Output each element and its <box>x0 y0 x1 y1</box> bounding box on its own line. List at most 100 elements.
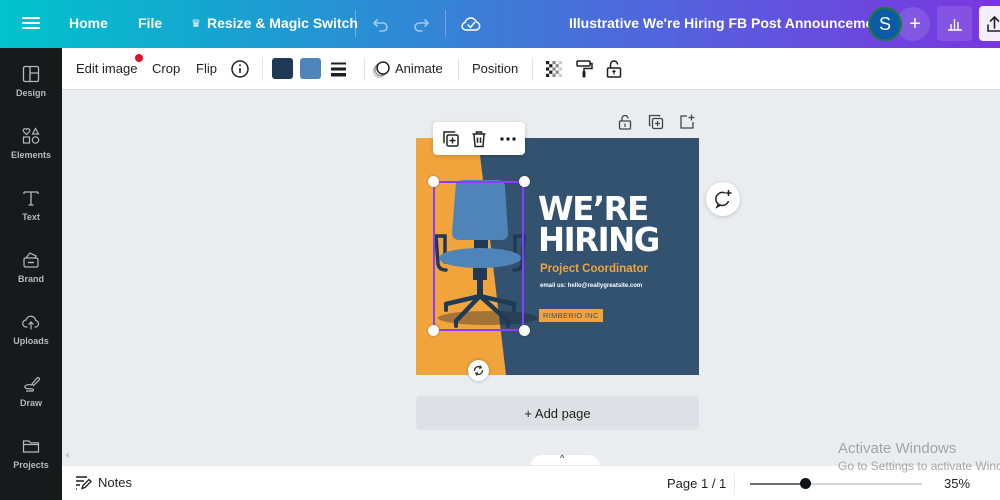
notes-label: Notes <box>98 475 132 490</box>
checker-cell <box>546 61 550 65</box>
cloud-saved-icon[interactable] <box>459 12 483 36</box>
undo-icon[interactable] <box>369 12 393 36</box>
color-swatch-light-blue[interactable] <box>300 58 321 79</box>
checker-cell <box>552 73 556 77</box>
redo-icon[interactable] <box>409 12 433 36</box>
resize-handle-bottom-left[interactable] <box>428 325 439 336</box>
zoom-slider-knob[interactable] <box>800 478 812 489</box>
duplicate-page-icon[interactable] <box>647 113 665 131</box>
checker-cell <box>558 61 562 65</box>
sidebar-item-label: Brand <box>17 274 44 284</box>
divider <box>445 10 446 37</box>
lock-icon[interactable] <box>603 58 625 80</box>
add-page-icon[interactable] <box>678 113 696 131</box>
duplicate-icon[interactable] <box>441 129 461 149</box>
shapes-icon <box>22 127 40 144</box>
home-button[interactable]: Home <box>69 15 108 31</box>
notes-button[interactable]: Notes <box>75 475 132 490</box>
resize-handle-bottom-right[interactable] <box>519 325 530 336</box>
checker-cell <box>555 70 559 74</box>
menu-icon[interactable] <box>22 14 40 32</box>
email-text[interactable]: email us: hello@reallygreatsite.com <box>540 283 642 289</box>
animate-button[interactable]: Animate <box>395 61 443 76</box>
sidebar-item-uploads[interactable]: Uploads <box>0 306 62 362</box>
page-indicator[interactable]: Page 1 / 1 <box>667 476 726 491</box>
transparency-icon[interactable] <box>543 58 565 80</box>
resize-handle-top-left[interactable] <box>428 176 439 187</box>
insights-button[interactable] <box>937 6 972 41</box>
share-button[interactable] <box>979 6 1000 41</box>
zoom-level[interactable]: 35% <box>944 476 970 491</box>
top-bar: Home File ♛ Resize & Magic Switch Illust… <box>0 0 1000 48</box>
avatar[interactable]: S <box>868 7 902 41</box>
more-options-icon[interactable] <box>498 129 518 149</box>
animate-icon[interactable] <box>371 58 393 80</box>
flip-button[interactable]: Flip <box>196 61 217 76</box>
checker-cell <box>549 70 553 74</box>
sidebar-item-draw[interactable]: Draw <box>0 368 62 424</box>
left-sidebar: Design Elements Text Brand Uploads Draw … <box>0 48 62 500</box>
paint-roller-icon[interactable] <box>573 58 595 80</box>
sidebar-item-label: Elements <box>10 150 52 160</box>
comment-add-icon <box>715 190 732 209</box>
file-menu-button[interactable]: File <box>138 15 162 31</box>
checker-cell <box>546 73 550 77</box>
chair-shadow <box>438 311 538 325</box>
rotate-handle[interactable] <box>468 360 489 381</box>
add-page-button[interactable]: + Add page <box>416 396 699 430</box>
rotate-icon <box>473 365 484 376</box>
lock-page-icon[interactable] <box>616 113 634 131</box>
divider <box>364 58 365 80</box>
checker-cell <box>558 67 562 71</box>
scroll-left-arrow-icon[interactable] <box>65 452 69 458</box>
divider <box>734 473 735 495</box>
watermark-title: Activate Windows <box>838 440 957 457</box>
divider <box>262 58 263 80</box>
trash-icon[interactable] <box>469 129 489 149</box>
cloud-upload-icon <box>22 315 40 330</box>
sidebar-item-label: Text <box>22 212 40 222</box>
border-style-icon[interactable] <box>328 58 350 80</box>
upload-share-icon <box>987 15 1000 32</box>
resize-handle-top-right[interactable] <box>519 176 530 187</box>
sidebar-item-elements[interactable]: Elements <box>0 120 62 176</box>
company-label[interactable]: RIMBERIO INC <box>539 309 603 322</box>
layout-icon <box>22 65 40 83</box>
crown-icon: ♛ <box>191 18 201 30</box>
position-button[interactable]: Position <box>472 61 518 76</box>
add-comment-button[interactable] <box>706 182 740 216</box>
element-floating-toolbar <box>433 122 525 155</box>
info-icon[interactable] <box>229 58 251 80</box>
sidebar-item-label: Draw <box>19 398 42 408</box>
sidebar-item-brand[interactable]: Brand <box>0 244 62 300</box>
sidebar-item-text[interactable]: Text <box>0 182 62 238</box>
resize-magic-switch-button[interactable]: Resize & Magic Switch <box>207 15 358 31</box>
sidebar-item-design[interactable]: Design <box>0 58 62 114</box>
crop-button[interactable]: Crop <box>152 61 180 76</box>
color-swatch-dark-blue[interactable] <box>272 58 293 79</box>
divider <box>458 58 459 80</box>
checker-cell <box>546 67 550 71</box>
sidebar-item-label: Projects <box>13 460 49 470</box>
document-title[interactable]: Illustrative We're Hiring FB Post Announ… <box>569 15 887 31</box>
zoom-slider[interactable] <box>750 478 922 489</box>
headline-text[interactable]: WE’RE HIRING <box>538 192 660 259</box>
bar-chart-icon <box>948 19 962 31</box>
checker-cell <box>555 64 559 68</box>
chevron-up-icon: ^ <box>560 453 565 463</box>
job-title-text[interactable]: Project Coordinator <box>540 263 648 275</box>
bottom-bar: Notes Page 1 / 1 35% <box>62 465 1000 500</box>
notes-icon <box>76 476 92 490</box>
sidebar-item-label: Uploads <box>13 336 49 346</box>
sidebar-item-projects[interactable]: Projects <box>0 430 62 486</box>
headline-line-2: HIRING <box>538 220 660 259</box>
checker-cell <box>558 73 562 77</box>
context-toolbar: Edit image Crop Flip Animate Position <box>62 48 1000 90</box>
checker-cell <box>552 61 556 65</box>
brand-icon <box>23 252 39 268</box>
divider <box>355 10 356 37</box>
text-icon <box>23 191 39 206</box>
edit-image-button[interactable]: Edit image <box>76 61 137 76</box>
design-canvas[interactable]: WE’RE HIRING Project Coordinator email u… <box>416 138 699 375</box>
divider <box>532 58 533 80</box>
